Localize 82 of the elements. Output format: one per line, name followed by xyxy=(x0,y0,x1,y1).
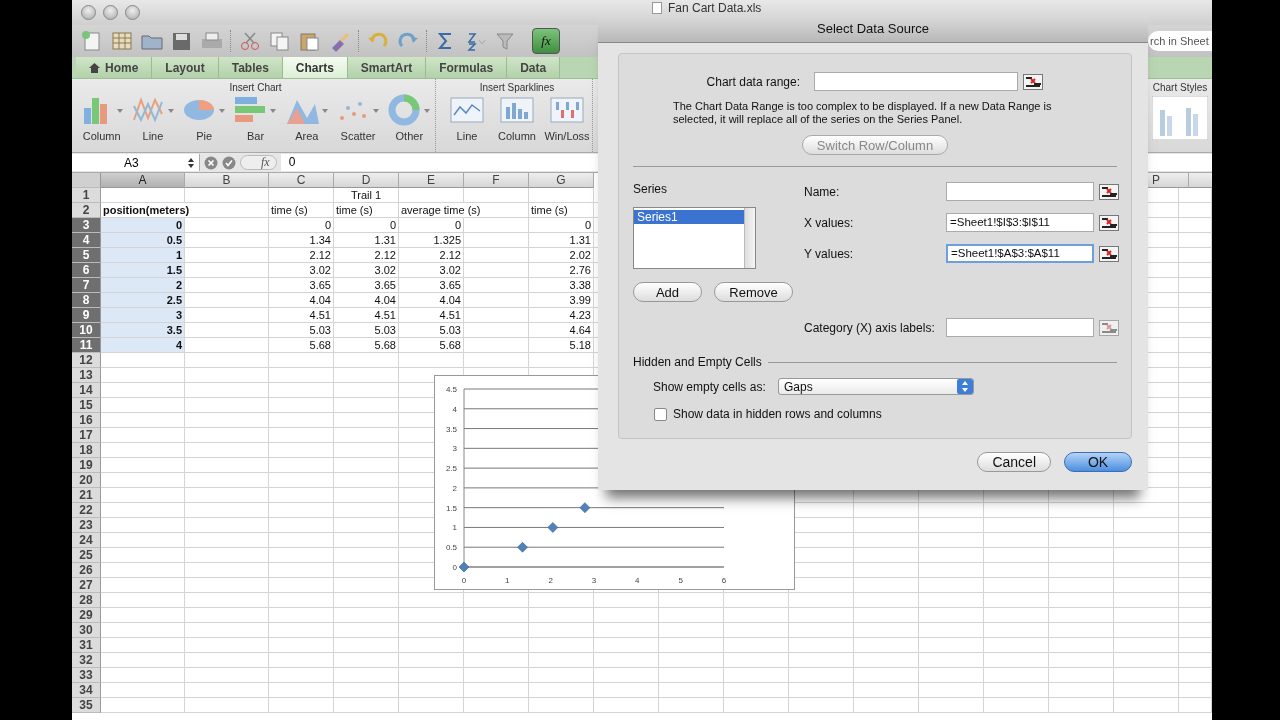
group-title: Insert Sparklines xyxy=(478,81,556,94)
y-tick-label: 2 xyxy=(452,483,457,493)
table-cell: 5.18 xyxy=(529,338,594,353)
table-cell: 1.5 xyxy=(101,263,185,278)
table-cell: 1.31 xyxy=(529,233,594,248)
table-cell: 0 xyxy=(334,218,399,233)
table-cell: 1.325 xyxy=(399,233,464,248)
table-cell: 0 xyxy=(529,218,594,233)
field-label: X values: xyxy=(804,215,855,230)
table-cell: 2.02 xyxy=(529,248,594,263)
y-tick-label: 0.5 xyxy=(445,543,457,553)
y-tick-label: 4 xyxy=(452,404,457,414)
table-cell: 3.65 xyxy=(399,278,464,293)
x-tick-label: 1 xyxy=(505,576,510,585)
table-cell: 2.12 xyxy=(334,248,399,263)
x-tick-label: 2 xyxy=(548,576,553,585)
group-title: Chart Styles xyxy=(1151,81,1209,94)
y-tick-label: 3.5 xyxy=(445,424,457,434)
table-cell: 3.02 xyxy=(269,263,334,278)
table-cell: 3.02 xyxy=(399,263,464,278)
table-cell: 5.68 xyxy=(399,338,464,353)
x-tick-label: 3 xyxy=(591,576,597,585)
table-cell: 1.31 xyxy=(334,233,399,248)
x-tick-label: 5 xyxy=(678,576,683,585)
group-title: Insert Chart xyxy=(228,81,283,94)
x-tick-label: 6 xyxy=(721,576,727,585)
section-title: Hidden and Empty Cells xyxy=(633,355,762,369)
table-cell: 3.38 xyxy=(529,278,594,293)
table-cell: 4.51 xyxy=(334,308,399,323)
table-cell: average time (s) xyxy=(399,203,529,218)
field-label: Chart data range: xyxy=(705,74,800,89)
table-cell: 4.51 xyxy=(399,308,464,323)
x-tick-label: 0 xyxy=(461,576,467,585)
table-cell: 3 xyxy=(101,308,185,323)
table-cell: 3.65 xyxy=(334,278,399,293)
table-cell: 1.34 xyxy=(269,233,334,248)
field-label: Y values: xyxy=(804,246,855,261)
window-title: Fan Cart Data.xls xyxy=(668,2,762,15)
range-note: The Chart Data Range is too complex to be displayed. If a new Data Range is selected, it will replace all of the series on the Series Panel. xyxy=(673,100,1053,126)
table-cell: 4.04 xyxy=(334,293,399,308)
table-cell: 4.64 xyxy=(529,323,594,338)
x-tick-label: 4 xyxy=(635,576,640,585)
table-cell: time (s) xyxy=(529,203,594,218)
series-label: Series xyxy=(633,182,668,196)
table-cell: 4.04 xyxy=(269,293,334,308)
table-cell: 2.12 xyxy=(269,248,334,263)
table-cell: 4.04 xyxy=(399,293,464,308)
table-cell: 4 xyxy=(101,338,185,353)
y-tick-label: 3 xyxy=(452,444,457,454)
table-cell: 3.99 xyxy=(529,293,594,308)
table-cell: 2 xyxy=(101,278,185,293)
table-cell: 5.03 xyxy=(269,323,334,338)
table-cell: 5.03 xyxy=(334,323,399,338)
table-cell: 4.51 xyxy=(269,308,334,323)
table-cell: 5.68 xyxy=(269,338,334,353)
field-label: Category (X) axis labels: xyxy=(804,320,936,335)
table-cell: 2.5 xyxy=(101,293,185,308)
table-cell: 3.5 xyxy=(101,323,185,338)
table-cell: 2.76 xyxy=(529,263,594,278)
table-cell: time (s) xyxy=(334,203,399,218)
table-cell: 5.03 xyxy=(399,323,464,338)
checkbox-label: Show data in hidden rows and columns xyxy=(673,407,882,421)
table-cell: 4.23 xyxy=(529,308,594,323)
table-cell: 2.12 xyxy=(399,248,464,263)
table-cell: 0 xyxy=(399,218,464,233)
y-tick-label: 2.5 xyxy=(445,464,457,474)
y-tick-label: 4.5 xyxy=(445,385,457,394)
y-tick-label: 1 xyxy=(452,523,457,533)
y-tick-label: 0 xyxy=(452,563,457,572)
table-cell: 0 xyxy=(269,218,334,233)
field-label: Name: xyxy=(804,184,841,199)
dialog-title: Select Data Source xyxy=(598,16,1148,43)
table-cell: 0 xyxy=(101,218,185,233)
table-cell: Trail 1 xyxy=(334,188,399,203)
y-tick-label: 1.5 xyxy=(445,503,457,513)
table-cell: 5.68 xyxy=(334,338,399,353)
table-cell: 3.65 xyxy=(269,278,334,293)
table-cell: 1 xyxy=(101,248,185,263)
field-label: Show empty cells as: xyxy=(653,379,767,394)
table-cell: 3.02 xyxy=(334,263,399,278)
table-cell: 0.5 xyxy=(101,233,185,248)
table-cell: time (s) xyxy=(269,203,334,218)
